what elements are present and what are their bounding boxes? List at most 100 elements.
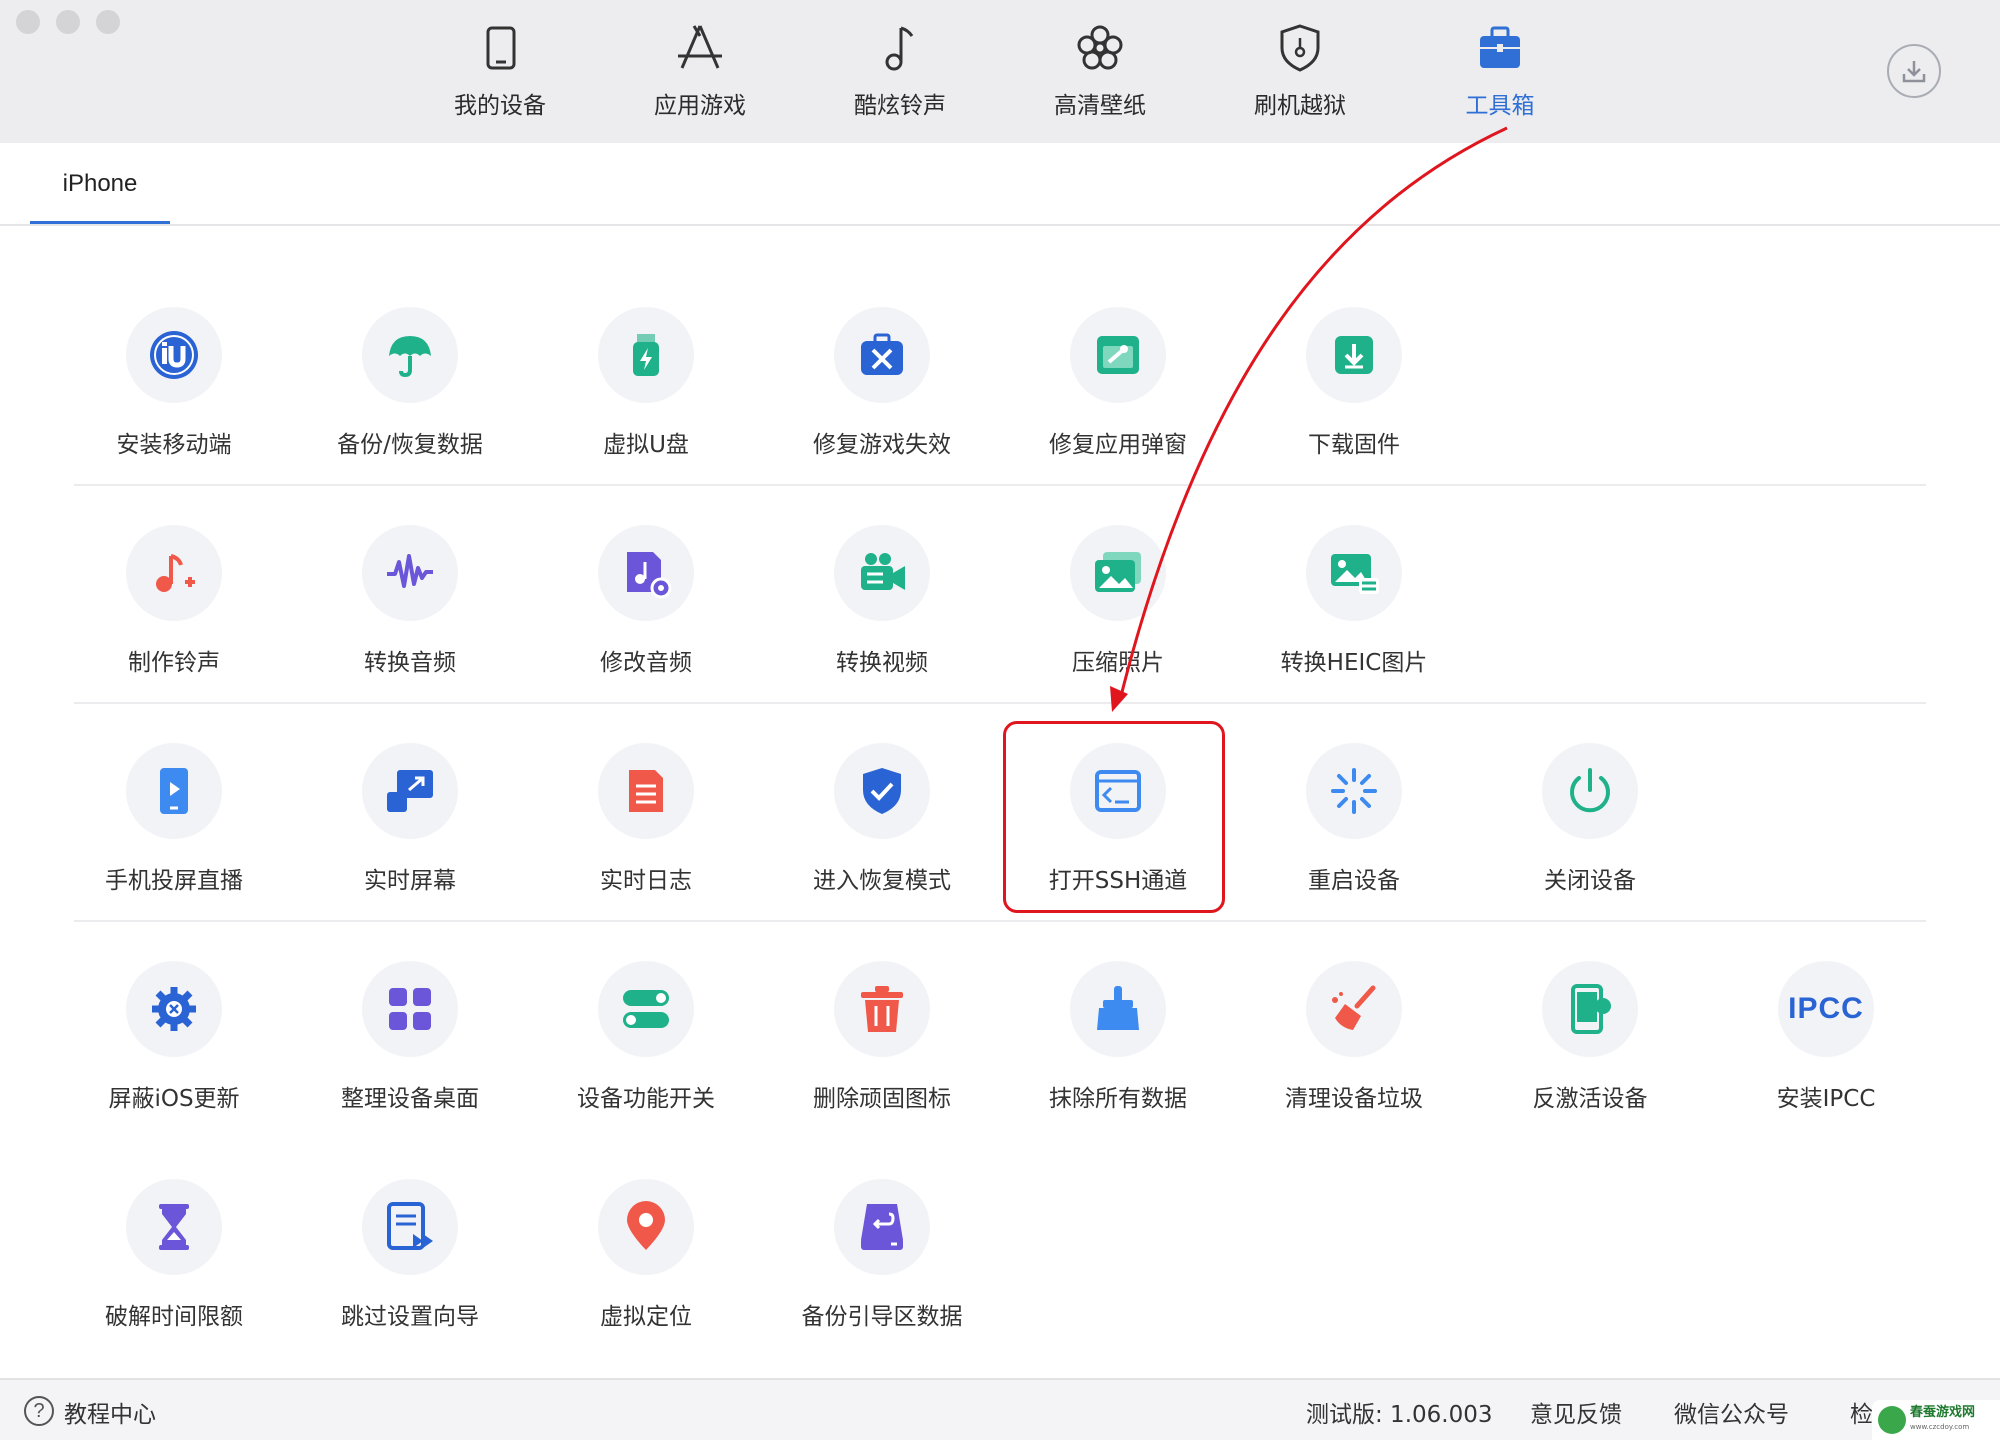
tab-label: iPhone (62, 170, 138, 197)
nav-ringtones[interactable]: 酷炫铃声 (815, 18, 985, 128)
tool-realtime-log[interactable]: 实时日志 (546, 743, 746, 923)
download-manager-button[interactable] (1887, 44, 1941, 98)
tool-label: 跳过设置向导 (341, 1304, 479, 1330)
tool-compress-photos[interactable]: 压缩照片 (1018, 525, 1218, 705)
tool-label: 虚拟U盘 (603, 432, 689, 458)
tool-restart-device[interactable]: 重启设备 (1254, 743, 1454, 923)
watermark-title: 春蚕游戏网 (1910, 1405, 1976, 1420)
tool-clean-junk[interactable]: 清理设备垃圾 (1254, 961, 1454, 1141)
tool-label: 屏蔽iOS更新 (108, 1086, 240, 1112)
app-grid-icon (389, 988, 431, 1030)
tool-label: 转换视频 (836, 650, 928, 676)
tool-backup-restore[interactable]: 备份/恢复数据 (310, 307, 510, 487)
tool-delete-stubborn-icons[interactable]: 删除顽固图标 (782, 961, 982, 1141)
tool-deactivate-device[interactable]: 反激活设备 (1490, 961, 1690, 1141)
status-bar: ? 教程中心 测试版: 1.06.003 意见反馈 微信公众号 检 (0, 1378, 2000, 1440)
nav-label: 我的设备 (454, 93, 546, 119)
flower-icon (1077, 25, 1123, 70)
nav-label: 工具箱 (1465, 93, 1535, 119)
tool-convert-video[interactable]: 转换视频 (782, 525, 982, 705)
window-zoom-button[interactable] (96, 10, 120, 34)
screen-share-icon (387, 770, 433, 812)
tool-label: 破解时间限额 (105, 1304, 243, 1330)
window-minimize-button[interactable] (56, 10, 80, 34)
tool-realtime-screen[interactable]: 实时屏幕 (310, 743, 510, 923)
tool-label: 压缩照片 (1072, 650, 1164, 676)
phone-deactivate-icon (1571, 984, 1611, 1034)
watermark-logo-icon (1878, 1406, 1906, 1434)
tool-label: 转换音频 (364, 650, 456, 676)
tool-download-firmware[interactable]: 下载固件 (1254, 307, 1454, 487)
nav-apps-games[interactable]: 应用游戏 (615, 18, 785, 128)
tool-enter-recovery[interactable]: 进入恢复模式 (782, 743, 982, 923)
skip-setup-icon (387, 1202, 433, 1250)
ringtone-plus-icon (156, 554, 195, 592)
tool-erase-all-data[interactable]: 抹除所有数据 (1018, 961, 1218, 1141)
feedback-link[interactable]: 意见反馈 (1530, 1395, 1622, 1429)
tool-label: 抹除所有数据 (1049, 1086, 1187, 1112)
site-watermark: 春蚕游戏网 www.czcdoy.com (1872, 1400, 2000, 1440)
tool-screen-cast-live[interactable]: 手机投屏直播 (74, 743, 274, 923)
nav-my-device[interactable]: 我的设备 (415, 18, 585, 128)
music-note-icon (885, 26, 914, 71)
nav-wallpapers[interactable]: 高清壁纸 (1015, 18, 1185, 128)
tool-block-ios-update[interactable]: 屏蔽iOS更新 (74, 961, 274, 1141)
nav-toolbox[interactable]: 工具箱 (1415, 18, 1585, 128)
question-circle-icon[interactable]: ? (24, 1396, 54, 1426)
tool-label: 修复应用弹窗 (1049, 432, 1187, 458)
tool-fix-app-popup[interactable]: 修复应用弹窗 (1018, 307, 1218, 487)
umbrella-icon (389, 336, 431, 378)
tool-label: 关闭设备 (1544, 868, 1636, 894)
wechat-link[interactable]: 微信公众号 (1674, 1395, 1789, 1429)
tool-label: 虚拟定位 (600, 1304, 692, 1330)
tool-device-switches[interactable]: 设备功能开关 (546, 961, 746, 1141)
tool-virtual-udisk[interactable]: 虚拟U盘 (546, 307, 746, 487)
tool-skip-setup-wizard[interactable]: 跳过设置向导 (310, 1179, 510, 1359)
drive-backup-icon (861, 1204, 903, 1250)
tool-label: 进入恢复模式 (813, 868, 951, 894)
tool-label: 转换HEIC图片 (1280, 650, 1428, 676)
tool-label: 重启设备 (1308, 868, 1400, 894)
tool-edit-audio[interactable]: 修改音频 (546, 525, 746, 705)
tool-convert-heic[interactable]: 转换HEIC图片 (1254, 525, 1454, 705)
window-wrench-icon (1097, 336, 1139, 374)
tool-crack-time-limit[interactable]: 破解时间限额 (74, 1179, 274, 1359)
check-update-link[interactable]: 检 (1850, 1395, 1873, 1429)
tool-organize-desktop[interactable]: 整理设备桌面 (310, 961, 510, 1141)
phone-play-icon (160, 768, 188, 814)
tool-shutdown-device[interactable]: 关闭设备 (1490, 743, 1690, 923)
tab-iphone[interactable]: iPhone (30, 160, 170, 226)
tool-open-ssh[interactable]: 打开SSH通道 (1018, 743, 1218, 923)
nav-flash-jailbreak[interactable]: 刷机越狱 (1215, 18, 1385, 128)
tutorial-center-link[interactable]: 教程中心 (64, 1395, 156, 1429)
trash-icon (861, 986, 903, 1032)
location-pin-icon (627, 1201, 665, 1250)
tool-virtual-location[interactable]: 虚拟定位 (546, 1179, 746, 1359)
tool-label: 安装IPCC (1776, 1086, 1876, 1112)
tool-fix-game[interactable]: 修复游戏失效 (782, 307, 982, 487)
tool-label: 制作铃声 (128, 650, 220, 676)
tool-label: 清理设备垃圾 (1285, 1086, 1423, 1112)
terminal-icon (1095, 770, 1141, 812)
iu-logo-icon (150, 331, 198, 379)
tool-install-ipcc[interactable]: IPCC 安装IPCC (1726, 961, 1926, 1141)
broom-icon (1097, 986, 1139, 1030)
toggles-icon (623, 990, 669, 1028)
app-store-icon (678, 25, 722, 69)
tool-backup-boot-data[interactable]: 备份引导区数据 (782, 1179, 982, 1359)
download-box-icon (1335, 336, 1373, 374)
tab-divider (0, 224, 2000, 226)
audio-file-gear-icon (627, 552, 672, 599)
tool-label: 设备功能开关 (577, 1086, 715, 1112)
nav-label: 酷炫铃声 (854, 93, 946, 119)
video-camera-icon (861, 553, 905, 590)
tool-install-mobile[interactable]: 安装移动端 (74, 307, 274, 487)
repair-kit-icon (861, 333, 903, 375)
tool-label: 修改音频 (600, 650, 692, 676)
tool-label: 打开SSH通道 (1048, 868, 1188, 894)
tool-make-ringtone[interactable]: 制作铃声 (74, 525, 274, 705)
tool-convert-audio[interactable]: 转换音频 (310, 525, 510, 705)
tool-label: 下载固件 (1308, 432, 1400, 458)
window-close-button[interactable] (16, 10, 40, 34)
nav-label: 刷机越狱 (1254, 93, 1346, 119)
